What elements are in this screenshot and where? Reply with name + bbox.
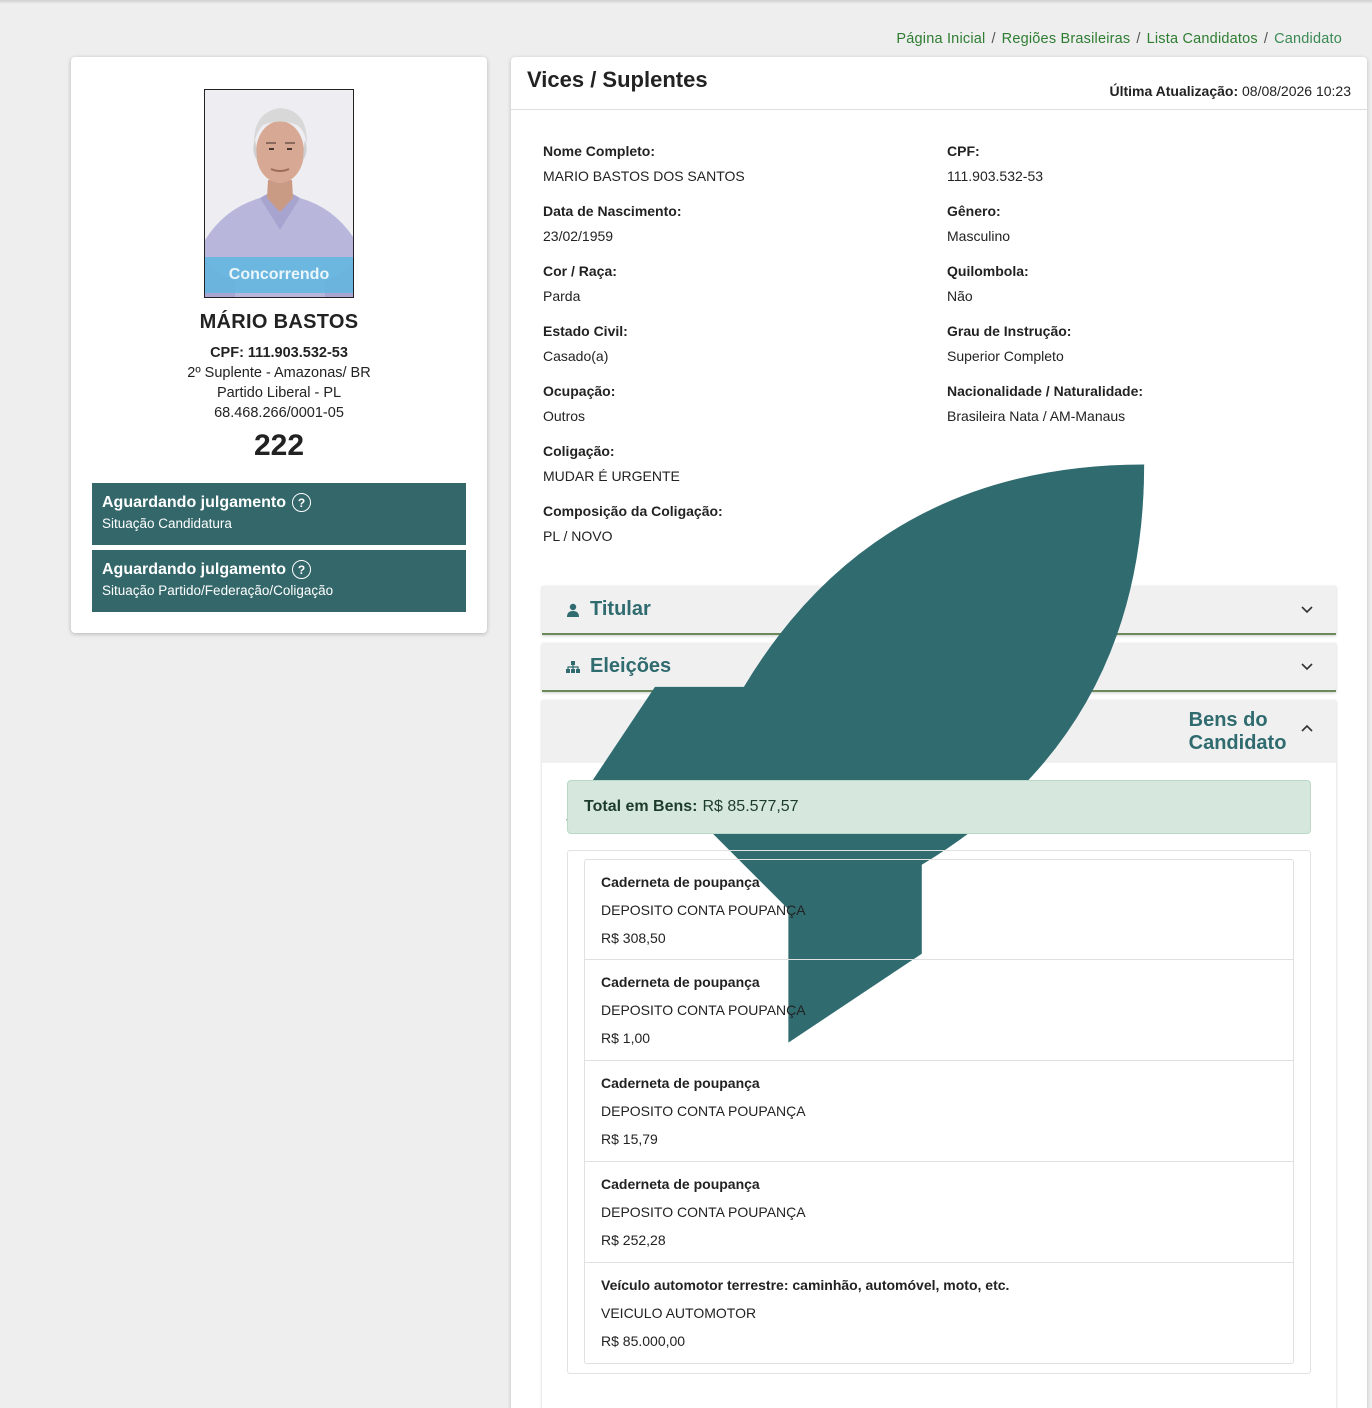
question-circle-icon[interactable]: ?: [292, 560, 311, 579]
last-update: Última Atualização: 08/08/2026 10:23: [1109, 83, 1351, 99]
candidate-profile-card: Concorrendo MÁRIO BASTOS CPF: 111.903.53…: [71, 57, 487, 633]
list-item: Veículo automotor terrestre: caminhão, a…: [584, 1263, 1294, 1364]
chevron-up-icon[interactable]: [1300, 722, 1314, 736]
status-party: Aguardando julgamento ? Situação Partido…: [92, 550, 466, 612]
list-item: Caderneta de poupança DEPOSITO CONTA POU…: [584, 1061, 1294, 1162]
breadcrumb-current: Candidato: [1274, 31, 1342, 47]
total-assets-label: Total em Bens:: [584, 798, 698, 815]
accordion-bens-header[interactable]: Bens do Candidato: [542, 464, 1336, 1043]
list-item: Caderneta de poupança DEPOSITO CONTA POU…: [584, 859, 1294, 960]
total-assets-value: R$ 85.577,57: [702, 798, 799, 815]
status-candidacy-subtitle: Situação Candidatura: [102, 516, 232, 531]
candidate-role: 2º Suplente - Amazonas/ BR: [187, 365, 371, 381]
candidate-cnpj: 68.468.266/0001-05: [214, 405, 344, 421]
candidate-info: CPF: 111.903.532-53 2º Suplente - Amazon…: [71, 343, 487, 423]
candidate-party: Partido Liberal - PL: [216, 385, 342, 401]
breadcrumb-regions[interactable]: Regiões Brasileiras: [1002, 31, 1131, 47]
list-item: Caderneta de poupança DEPOSITO CONTA POU…: [584, 1162, 1294, 1263]
accordion-bens: Bens do Candidato Total em Bens: R$ 85.5…: [542, 464, 1336, 1408]
status-party-title: Aguardando julgamento: [102, 560, 286, 578]
breadcrumb: Página Inicial / Regiões Brasileiras / Lista…: [896, 31, 1342, 47]
main-panel: Vices / Suplentes Última Atualização: 08…: [511, 57, 1367, 1408]
top-shadow: [0, 0, 1372, 4]
status-candidacy-title: Aguardando julgamento: [102, 493, 286, 511]
field-birth-date: Data de Nascimento: 23/02/1959: [543, 203, 682, 244]
list-item: Caderneta de poupança DEPOSITO CONTA POU…: [584, 960, 1294, 1061]
last-update-value: 08/08/2026 10:23: [1242, 83, 1351, 99]
panel-title: Vices / Suplentes: [527, 67, 708, 92]
candidate-photo: Concorrendo: [204, 89, 354, 298]
field-quilombola: Quilombola: Não: [947, 263, 1029, 304]
status-party-subtitle: Situação Partido/Federação/Coligação: [102, 583, 334, 598]
breadcrumb-home[interactable]: Página Inicial: [896, 31, 985, 47]
candidacy-status-ribbon: Concorrendo: [205, 257, 353, 293]
total-assets: Total em Bens: R$ 85.577,57: [567, 780, 1311, 834]
candidate-cpf: CPF: 111.903.532-53: [210, 345, 348, 361]
field-nationality: Nacionalidade / Naturalidade: Brasileira…: [947, 383, 1144, 424]
field-marital-status: Estado Civil: Casado(a): [543, 323, 628, 364]
field-race: Cor / Raça: Parda: [543, 263, 617, 304]
field-occupation: Ocupação: Outros: [543, 383, 616, 424]
last-update-label: Última Atualização:: [1109, 83, 1239, 99]
breadcrumb-candidate-list[interactable]: Lista Candidatos: [1147, 31, 1258, 47]
field-cpf: CPF: 111.903.532-53: [947, 143, 1044, 184]
field-education: Grau de Instrução: Superior Completo: [947, 323, 1072, 364]
assets-list: Caderneta de poupança DEPOSITO CONTA POU…: [567, 850, 1311, 1374]
candidate-number: 222: [253, 429, 305, 462]
candidate-name: MÁRIO BASTOS: [199, 311, 359, 333]
field-full-name: Nome Completo: MARIO BASTOS DOS SANTOS: [543, 143, 745, 184]
chevron-down-icon[interactable]: [1300, 602, 1314, 616]
chevron-down-icon[interactable]: [1300, 659, 1314, 673]
panel-header: Vices / Suplentes Última Atualização: 08…: [511, 57, 1367, 110]
status-candidacy: Aguardando julgamento ? Situação Candida…: [92, 483, 466, 545]
field-gender: Gênero: Masculino: [947, 203, 1011, 244]
question-circle-icon[interactable]: ?: [292, 493, 311, 512]
